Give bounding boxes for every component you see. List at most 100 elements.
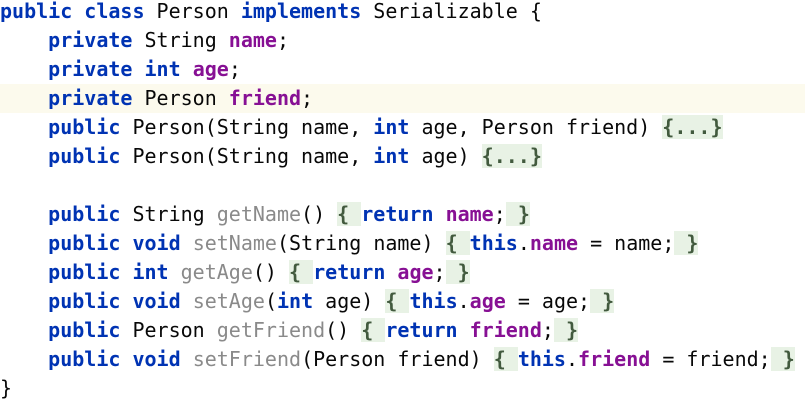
code-line[interactable]: public Person(String name, int age) {...… [0,142,805,171]
code-line[interactable]: public int getAge() { return age; } [0,258,805,287]
keyword-token: this [517,347,566,371]
code-line[interactable]: } [0,374,805,403]
code-text-token: = name; [578,231,675,255]
code-text-token: ; [493,202,506,226]
folded-code-token[interactable]: { [445,231,470,255]
keyword-token: int [276,289,314,313]
folded-code-token[interactable]: { [337,202,362,226]
field-token: friend [578,347,651,371]
method-name-token: getFriend [216,318,326,342]
keyword-token: return [361,202,434,226]
folded-code-token[interactable]: } [445,260,470,284]
code-line[interactable]: public void setName(String name) { this.… [0,229,805,258]
keyword-token: public [0,0,73,23]
code-text-token: ; [276,28,290,52]
field-token: friend [469,318,542,342]
code-text-token: . [565,347,579,371]
folded-code-token[interactable]: {...} [662,115,723,139]
method-name-token: setFriend [192,347,302,371]
code-text-token: () [301,202,338,226]
code-text-token: String [132,28,229,52]
keyword-token: int [132,260,169,284]
folded-code-token[interactable]: } [505,202,530,226]
folded-code-token[interactable]: { [385,289,410,313]
code-line[interactable]: public Person(String name, int age, Pers… [0,113,805,142]
folded-code-token[interactable]: {...} [481,144,542,168]
code-text-token: Person(String name, [120,115,374,139]
keyword-token: int [373,144,410,168]
code-line[interactable]: private String name; [0,26,805,55]
code-text-token: () [252,260,290,284]
folded-code-token[interactable]: } [674,231,699,255]
code-text-token: Person(String name, [120,144,374,168]
method-name-token: getAge [180,260,253,284]
code-line-current[interactable]: private Person friend; [0,84,805,113]
code-text-token: age) [313,289,386,313]
folded-code-token[interactable]: { [493,347,518,371]
folded-code-token[interactable]: } [553,318,579,342]
keyword-token: void [132,231,181,255]
keyword-token: return [385,318,458,342]
code-text-token: Person [144,0,241,23]
folded-code-token[interactable]: { [361,318,386,342]
keyword-token: public [48,347,121,371]
keyword-token: public [48,115,121,139]
code-line[interactable]: public void setAge(int age) { this.age =… [0,287,805,316]
folded-code-token[interactable]: { [289,260,314,284]
code-text-token: = friend; [650,347,771,371]
code-line[interactable]: public void setFriend(Person friend) { t… [0,345,805,374]
code-line[interactable] [0,171,805,200]
code-text-token: age, Person friend) [409,115,663,139]
method-name-token: setAge [192,289,265,313]
keyword-token: return [313,260,386,284]
folded-code-token[interactable]: } [770,347,795,371]
code-text-token: ; [541,318,554,342]
code-line[interactable]: public String getName() { return name; } [0,200,805,229]
code-text-token: . [457,289,470,313]
code-text-token: String [120,202,217,226]
code-text-token: Person [132,86,229,110]
keyword-token: public [48,202,121,226]
code-line[interactable]: public class Person implements Serializa… [0,0,805,26]
field-token: age [397,260,434,284]
field-token: age [192,57,229,81]
field-token: name [529,231,579,255]
code-line[interactable]: private int age; [0,55,805,84]
code-text-token: Serializable { [361,0,542,23]
keyword-token: public [48,318,121,342]
folded-code-token[interactable]: } [590,289,615,313]
field-token: name [445,202,494,226]
code-text-token: ; [301,86,314,110]
field-token: name [228,28,277,52]
keyword-token: public [48,231,121,255]
keyword-token: public [48,289,121,313]
code-text-token: (Person friend) [301,347,494,371]
code-line[interactable]: public Person getFriend() { return frien… [0,316,805,345]
code-editor[interactable]: public class Person implements Serializa… [0,0,805,405]
code-text-token: . [517,231,530,255]
method-name-token: getName [216,202,302,226]
keyword-token: public [48,260,121,284]
keyword-token: int [373,115,410,139]
keyword-token: void [132,347,181,371]
method-name-token: setName [192,231,277,255]
keyword-token: int [144,57,181,81]
code-text-token: } [0,376,13,400]
